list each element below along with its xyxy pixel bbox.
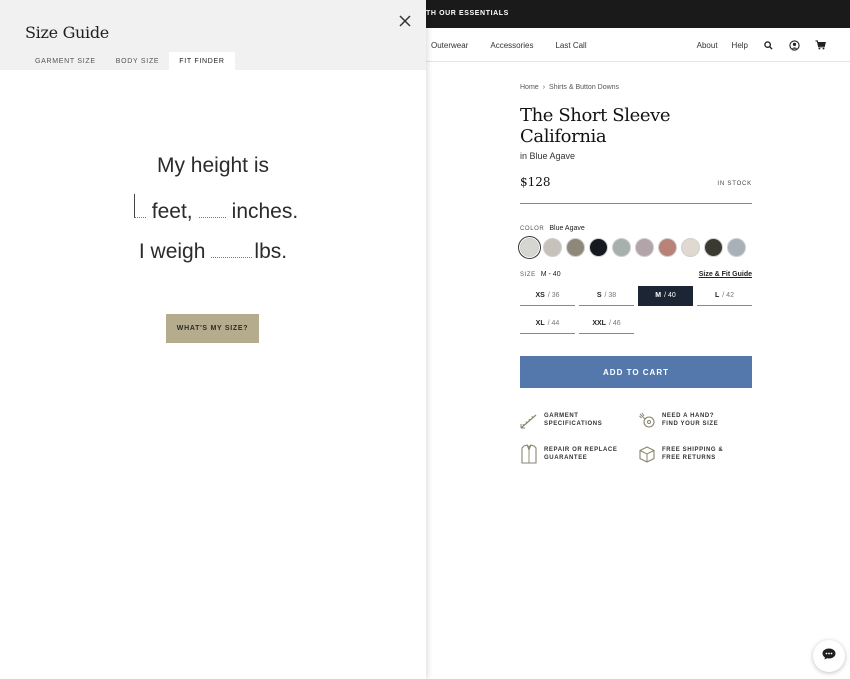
- tab-garment-size[interactable]: GARMENT SIZE: [25, 52, 106, 70]
- feature-text: REPAIR OR REPLACE: [544, 447, 618, 453]
- height-prompt-line: My height is: [0, 154, 426, 178]
- size-guide-drawer: Size Guide GARMENT SIZE BODY SIZE FIT FI…: [0, 0, 426, 679]
- close-button[interactable]: [397, 13, 413, 29]
- stock-status: IN STOCK: [717, 181, 752, 187]
- color-swatches: [520, 238, 752, 257]
- size-option-xl[interactable]: XL/ 44: [520, 314, 575, 334]
- feature-text: GUARANTEE: [544, 455, 588, 461]
- feature-text: GARMENT: [544, 413, 579, 419]
- nav-link-last-call[interactable]: Last Call: [555, 41, 586, 50]
- feature-text: FREE SHIPPING &: [662, 447, 724, 453]
- feature-free-shipping[interactable]: FREE SHIPPING & FREE RETURNS: [638, 444, 752, 464]
- breadcrumb-category[interactable]: Shirts & Button Downs: [549, 84, 619, 91]
- size-row: SIZE M - 40 Size & Fit Guide: [520, 271, 752, 278]
- size-option-number: / 42: [722, 292, 734, 299]
- size-guide-header: Size Guide GARMENT SIZE BODY SIZE FIT FI…: [0, 0, 426, 70]
- color-swatch[interactable]: [589, 238, 608, 257]
- nav-link-outerwear[interactable]: Outerwear: [431, 41, 468, 50]
- shirt-icon: [520, 444, 538, 464]
- breadcrumb-separator: ›: [542, 84, 546, 91]
- feature-text: NEED A HAND?: [662, 413, 715, 419]
- size-option-label: M: [655, 292, 662, 299]
- weight-input-line: I weigh lbs.: [0, 234, 426, 264]
- size-option-number: / 44: [547, 320, 560, 327]
- height-prompt: My height is: [156, 154, 270, 177]
- weigh-label: I weigh: [138, 240, 206, 263]
- price-row: $128 IN STOCK: [520, 175, 752, 204]
- account-icon[interactable]: [788, 39, 800, 51]
- color-label: COLOR: [520, 225, 545, 232]
- height-feet-input[interactable]: [133, 194, 146, 218]
- add-to-cart-button[interactable]: ADD TO CART: [520, 356, 752, 388]
- size-option-number: / 36: [547, 292, 560, 299]
- size-option-label: XXL: [592, 320, 606, 327]
- color-swatch[interactable]: [543, 238, 562, 257]
- color-swatch[interactable]: [566, 238, 585, 257]
- size-option-label: L: [715, 292, 720, 299]
- size-option-number: / 38: [604, 292, 617, 299]
- feature-find-size[interactable]: NEED A HAND? FIND YOUR SIZE: [638, 410, 752, 430]
- color-swatch[interactable]: [704, 238, 723, 257]
- whats-my-size-button[interactable]: WHAT'S MY SIZE?: [166, 314, 259, 343]
- color-swatch[interactable]: [635, 238, 654, 257]
- size-guide-tabs: GARMENT SIZE BODY SIZE FIT FINDER: [25, 52, 235, 70]
- size-value: M - 40: [540, 271, 561, 278]
- product-title: The Short Sleeve California: [520, 105, 671, 147]
- chat-icon: [822, 647, 836, 665]
- size-option-m[interactable]: M/ 40: [638, 286, 693, 306]
- feature-text: FREE RETURNS: [662, 455, 716, 461]
- color-row: COLOR Blue Agave: [520, 225, 752, 232]
- size-option-l[interactable]: L/ 42: [697, 286, 752, 306]
- search-icon[interactable]: [762, 39, 774, 51]
- product-details: Home › Shirts & Button Downs The Short S…: [520, 84, 752, 464]
- breadcrumb: Home › Shirts & Button Downs: [520, 84, 752, 91]
- height-input-line: feet, inches.: [0, 194, 426, 224]
- box-icon: [638, 444, 656, 464]
- product-price: $128: [520, 175, 551, 189]
- feature-text: FIND YOUR SIZE: [662, 421, 719, 427]
- color-swatch[interactable]: [658, 238, 677, 257]
- nav-link-help[interactable]: Help: [732, 41, 748, 50]
- size-option-xs[interactable]: XS/ 36: [520, 286, 575, 306]
- nav-left: Outerwear Accessories Last Call: [431, 28, 587, 62]
- size-guide-title: Size Guide: [25, 23, 109, 42]
- size-option-number: / 46: [608, 320, 621, 327]
- nav-right: About Help: [697, 28, 826, 62]
- size-label: SIZE: [520, 272, 536, 278]
- feet-label: feet,: [151, 200, 193, 223]
- size-option-xxl[interactable]: XXL/ 46: [579, 314, 634, 334]
- size-option-label: S: [596, 292, 602, 299]
- cart-icon[interactable]: [814, 39, 826, 51]
- nav-link-about[interactable]: About: [697, 41, 718, 50]
- nav-link-accessories[interactable]: Accessories: [490, 41, 533, 50]
- size-fit-guide-link[interactable]: Size & Fit Guide: [699, 271, 752, 278]
- tab-body-size[interactable]: BODY SIZE: [106, 52, 170, 70]
- size-option-number: / 40: [664, 292, 676, 299]
- size-option-s[interactable]: S/ 38: [579, 286, 634, 306]
- feature-text: SPECIFICATIONS: [544, 421, 603, 427]
- ruler-icon: [520, 410, 538, 430]
- breadcrumb-home[interactable]: Home: [520, 84, 539, 91]
- size-options: XS/ 36 S/ 38 M/ 40 L/ 42 XL/ 44 XXL/ 46: [520, 286, 752, 334]
- weight-input[interactable]: [211, 234, 253, 258]
- feature-repair-guarantee[interactable]: REPAIR OR REPLACE GUARANTEE: [520, 444, 638, 464]
- feature-list: GARMENT SPECIFICATIONS NEED A HAND? FIND Y…: [520, 410, 752, 464]
- color-swatch[interactable]: [612, 238, 631, 257]
- tape-measure-icon: [638, 410, 656, 430]
- inches-label: inches.: [231, 200, 299, 223]
- close-icon: [397, 15, 413, 33]
- size-option-label: XS: [535, 292, 545, 299]
- tab-fit-finder[interactable]: FIT FINDER: [169, 52, 235, 70]
- feature-garment-specs[interactable]: GARMENT SPECIFICATIONS: [520, 410, 638, 430]
- chat-widget-button[interactable]: [813, 640, 845, 672]
- color-swatch[interactable]: [727, 238, 746, 257]
- product-variant: in Blue Agave: [520, 151, 576, 161]
- color-swatch[interactable]: [681, 238, 700, 257]
- color-swatch[interactable]: [520, 238, 539, 257]
- height-inches-input[interactable]: [198, 194, 226, 218]
- lbs-label: lbs.: [254, 240, 288, 263]
- size-option-label: XL: [535, 320, 545, 327]
- color-value: Blue Agave: [549, 225, 585, 232]
